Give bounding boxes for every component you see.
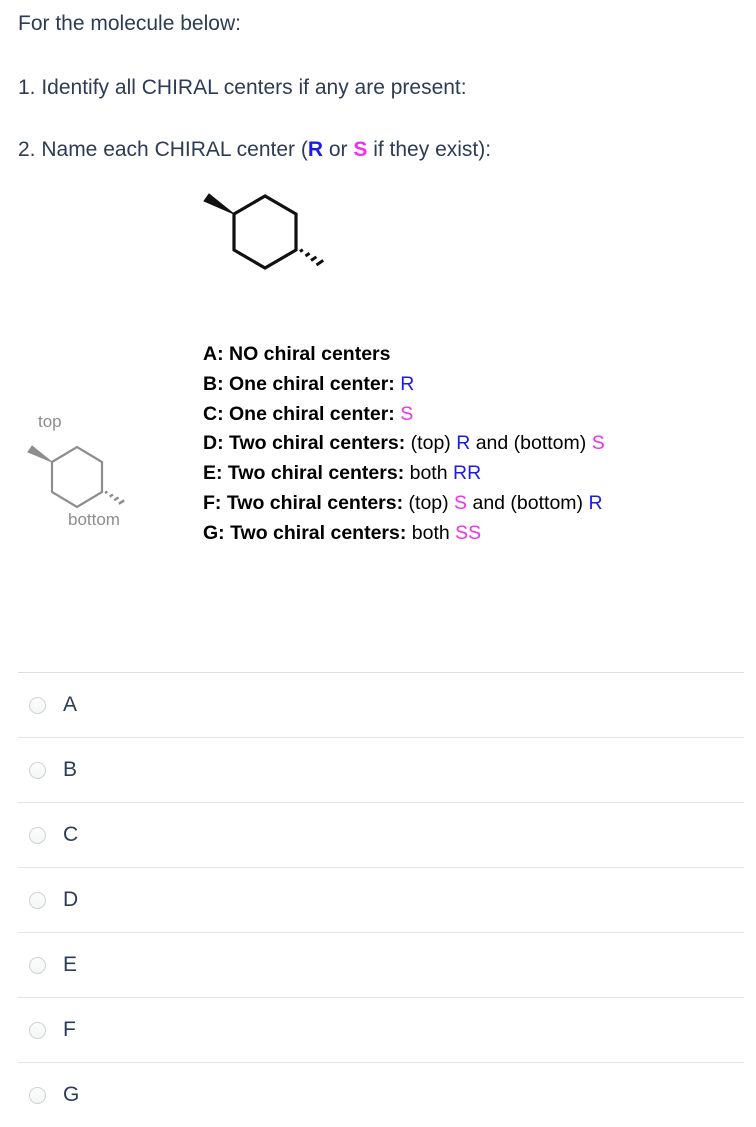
molecule-label-top: top xyxy=(38,412,62,431)
config-letter-r: R xyxy=(307,138,324,161)
answer-option-key: A: NO chiral centers B: One chiral center… xyxy=(203,340,748,549)
answer-option-f: F: Two chiral centers: (top) S and (bott… xyxy=(203,489,748,519)
answer-choice-list: A B C D E F G xyxy=(0,672,756,1127)
config-letter-s: SS xyxy=(455,521,482,544)
radio-button-g[interactable] xyxy=(29,1086,46,1104)
molecule-diagram-main xyxy=(196,182,336,277)
choice-row-f[interactable]: F xyxy=(0,997,756,1062)
choice-label-e: E xyxy=(63,953,78,976)
prompt-line-intro: For the molecule below: xyxy=(18,12,241,35)
answer-option-head: C: One chiral center: xyxy=(203,402,395,425)
cyclohexane-ring-gray-icon xyxy=(50,445,104,509)
radio-button-a[interactable] xyxy=(29,696,46,714)
answer-option-text: and (bottom) xyxy=(467,491,589,514)
answer-option-c: C: One chiral center: S xyxy=(203,400,748,430)
choice-label-a: A xyxy=(63,693,78,716)
prompt-line-task-2: 2. Name each CHIRAL center (R or S if th… xyxy=(18,136,491,163)
config-letter-r: R xyxy=(588,491,603,514)
answer-option-head: B: One chiral center: xyxy=(203,372,395,395)
radio-button-e[interactable] xyxy=(29,956,46,974)
answer-option-text: both xyxy=(404,462,453,485)
answer-option-d: D: Two chiral centers: (top) R and (bott… xyxy=(203,429,748,459)
config-letter-s: S xyxy=(353,138,368,161)
radio-button-c[interactable] xyxy=(29,826,46,844)
config-letter-s: S xyxy=(454,491,468,514)
radio-button-f[interactable] xyxy=(29,1021,46,1039)
answer-option-head: G: Two chiral centers: xyxy=(203,521,407,544)
config-letter-r: RR xyxy=(453,462,482,485)
choice-label-g: G xyxy=(63,1083,80,1106)
molecule-label-bottom: bottom xyxy=(68,510,120,529)
choice-label-f: F xyxy=(63,1018,76,1041)
prompt-task-2-prefix: 2. Name each CHIRAL center ( xyxy=(18,138,308,161)
radio-button-d[interactable] xyxy=(29,891,46,909)
answer-option-text: and (bottom) xyxy=(470,432,592,455)
choice-row-g[interactable]: G xyxy=(0,1062,756,1127)
answer-option-a: A: NO chiral centers xyxy=(203,340,748,370)
hashed-wedge-bond-gray-icon xyxy=(104,490,125,505)
choice-row-e[interactable]: E xyxy=(0,932,756,997)
cyclohexane-structure-gray-svg xyxy=(27,445,125,509)
answer-option-text: (top) xyxy=(405,432,457,455)
config-letter-r: R xyxy=(394,372,415,395)
choice-row-d[interactable]: D xyxy=(0,867,756,932)
config-letter-s: S xyxy=(394,402,414,425)
choice-label-d: D xyxy=(63,888,79,911)
bold-wedge-bond-icon xyxy=(203,193,235,215)
choice-row-b[interactable]: B xyxy=(0,737,756,802)
prompt-task-2-conjunction: or xyxy=(323,138,354,161)
config-letter-r: R xyxy=(456,432,471,455)
radio-button-b[interactable] xyxy=(29,761,46,779)
answer-option-text: both xyxy=(406,521,456,544)
choice-label-c: C xyxy=(63,823,79,846)
choice-row-c[interactable]: C xyxy=(0,802,756,867)
answer-option-head: D: Two chiral centers: xyxy=(203,432,406,455)
cyclohexane-ring-icon xyxy=(232,194,298,270)
molecule-diagram-reference xyxy=(8,432,168,512)
answer-option-g: G: Two chiral centers: both SS xyxy=(203,519,748,549)
config-letter-s: S xyxy=(591,432,605,455)
bold-wedge-bond-gray-icon xyxy=(27,445,53,463)
choice-row-a[interactable]: A xyxy=(0,672,756,737)
answer-option-head: E: Two chiral centers: xyxy=(203,462,405,485)
choice-label-b: B xyxy=(63,758,78,781)
answer-option-head: F: Two chiral centers: xyxy=(203,491,404,514)
answer-option-text: (top) xyxy=(403,491,455,514)
answer-option-e: E: Two chiral centers: both RR xyxy=(203,459,748,489)
cyclohexane-structure-svg xyxy=(203,193,325,270)
answer-option-head: A: NO chiral centers xyxy=(203,343,391,365)
prompt-line-task-1: 1. Identify all CHIRAL centers if any ar… xyxy=(18,76,467,99)
hashed-wedge-bond-icon xyxy=(299,248,325,267)
prompt-task-2-suffix: if they exist): xyxy=(367,138,492,161)
answer-option-b: B: One chiral center: R xyxy=(203,370,748,400)
